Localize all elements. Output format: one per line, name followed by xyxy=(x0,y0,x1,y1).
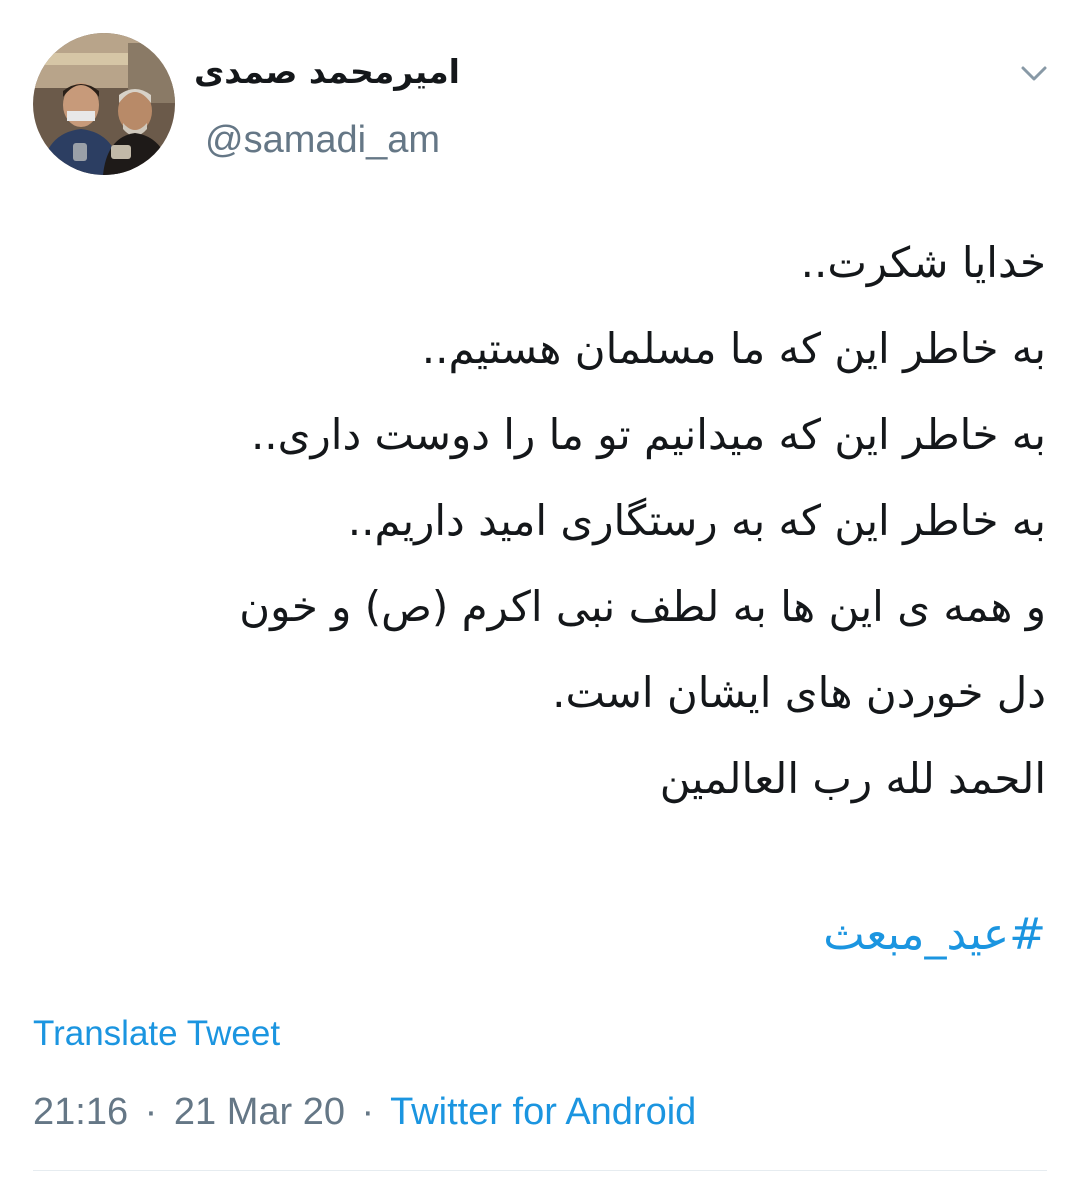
hashtag-link[interactable]: #عید_مبعث xyxy=(823,900,1046,970)
tweet-line: به خاطر این که میدانیم تو ما را دوست دار… xyxy=(250,410,1046,459)
profile-photo xyxy=(33,33,175,175)
divider xyxy=(33,1170,1047,1171)
tweet-line: دل خوردن های ایشان است. xyxy=(552,668,1046,717)
tweet-line: خدایا شکرت.. xyxy=(800,238,1046,287)
display-name[interactable]: امیرمحمد صمدی xyxy=(194,50,460,94)
translate-tweet-link[interactable]: Translate Tweet xyxy=(33,1012,280,1056)
tweet-line: الحمد لله رب العالمین xyxy=(659,754,1046,803)
tweet-date: 21 Mar 20 xyxy=(173,1091,345,1133)
tweet-source-link[interactable]: Twitter for Android xyxy=(390,1091,696,1133)
tweet-line: به خاطر این که به رستگاری امید داریم.. xyxy=(347,496,1046,545)
separator-dot: · xyxy=(144,1091,158,1133)
chevron-down-icon[interactable] xyxy=(1014,56,1054,92)
avatar[interactable] xyxy=(33,33,175,175)
tweet-detail: امیرمحمد صمدی @samadi_am خدایا شکرت.. به… xyxy=(0,0,1079,1183)
tweet-text: خدایا شکرت.. به خاطر این که ما مسلمان هس… xyxy=(36,220,1046,822)
user-handle[interactable]: @samadi_am xyxy=(205,115,440,165)
tweet-metadata: 21:16 · 21 Mar 20 · Twitter for Android xyxy=(33,1088,696,1136)
tweet-line: و همه ی این ها به لطف نبی اکرم (ص) و خون xyxy=(239,582,1046,631)
separator-dot: · xyxy=(361,1091,375,1133)
tweet-time: 21:16 xyxy=(33,1091,129,1133)
tweet-line: به خاطر این که ما مسلمان هستیم.. xyxy=(421,324,1046,373)
